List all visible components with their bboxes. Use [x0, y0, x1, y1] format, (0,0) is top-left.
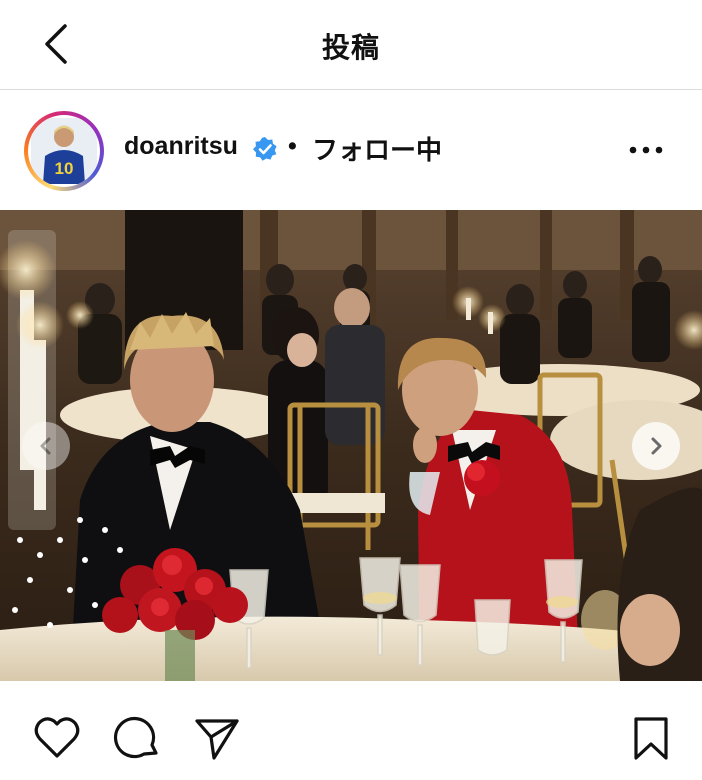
avatar-image: 10 [31, 118, 97, 184]
carousel-prev-button[interactable] [22, 422, 70, 470]
top-navigation-bar: 投稿 [0, 0, 702, 90]
comment-button[interactable] [112, 713, 162, 763]
chevron-left-icon [40, 437, 51, 455]
avatar[interactable]: 10 [28, 115, 100, 187]
bookmark-icon [634, 717, 668, 760]
post-photo[interactable] [0, 210, 702, 681]
more-options-button[interactable] [626, 136, 666, 164]
following-button[interactable]: フォロー中 [312, 130, 442, 167]
post-action-bar [0, 681, 702, 780]
share-button[interactable] [192, 713, 242, 763]
comment-icon [113, 717, 158, 759]
heart-icon [34, 717, 80, 758]
save-button[interactable] [626, 713, 676, 763]
more-options-icon [629, 146, 663, 154]
username-link[interactable]: doanritsu [124, 132, 238, 161]
post-header: 10 doanritsu • フォロー中 [0, 90, 702, 210]
chevron-right-icon [651, 437, 662, 455]
post-photo-image [0, 210, 702, 681]
paper-plane-icon [195, 719, 239, 760]
separator-dot: • [288, 132, 297, 160]
avatar-story-ring[interactable]: 10 [24, 111, 104, 191]
carousel-next-button[interactable] [632, 422, 680, 470]
verified-badge-icon [253, 137, 277, 161]
avatar-jersey-number: 10 [55, 159, 74, 178]
like-button[interactable] [32, 713, 82, 763]
page-title: 投稿 [321, 32, 380, 63]
